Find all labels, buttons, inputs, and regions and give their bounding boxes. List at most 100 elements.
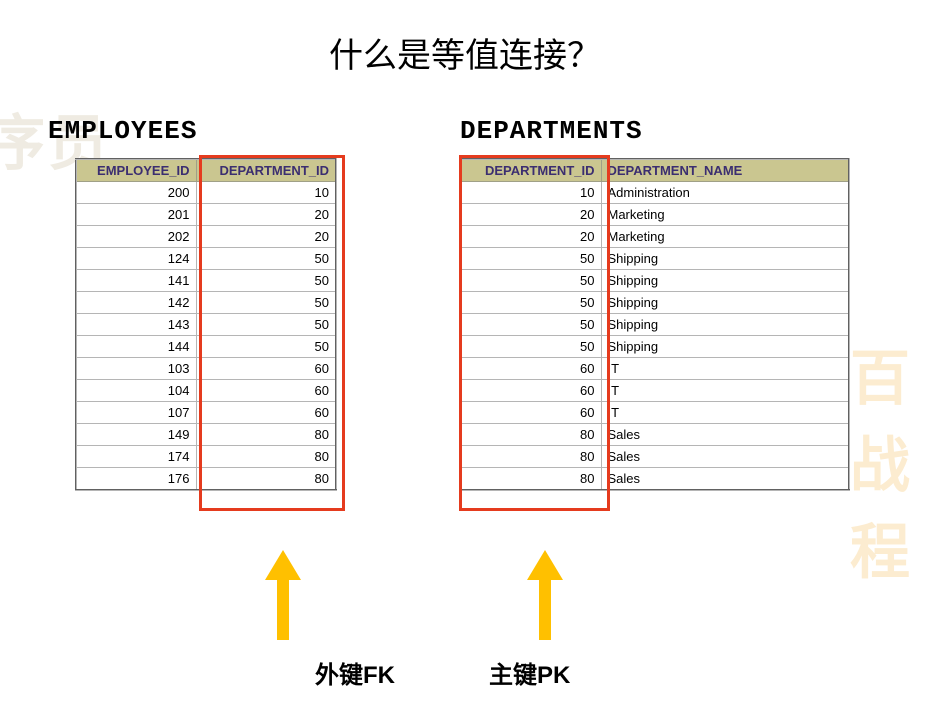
departments-title: DEPARTMENTS (460, 116, 643, 146)
dep-cell-id: 80 (461, 424, 601, 446)
emp-cell-id: 141 (76, 270, 196, 292)
emp-cell-id: 104 (76, 380, 196, 402)
emp-cell-id: 174 (76, 446, 196, 468)
table-row: 20220 (76, 226, 336, 248)
table-row: 14250 (76, 292, 336, 314)
table-row: 50Shipping (461, 336, 849, 358)
emp-cell-id: 124 (76, 248, 196, 270)
arrow-up-icon-pk (527, 550, 563, 645)
emp-cell-deptid: 80 (196, 424, 336, 446)
dep-cell-id: 50 (461, 270, 601, 292)
dep-cell-id: 80 (461, 446, 601, 468)
dep-cell-id: 80 (461, 468, 601, 491)
dep-cell-name: Sales (601, 424, 849, 446)
emp-cell-id: 107 (76, 402, 196, 424)
table-row: 14980 (76, 424, 336, 446)
emp-cell-deptid: 50 (196, 336, 336, 358)
dep-cell-id: 50 (461, 336, 601, 358)
emp-cell-id: 176 (76, 468, 196, 491)
table-row: 50Shipping (461, 292, 849, 314)
page-title: 什么是等值连接？ (0, 28, 930, 77)
emp-cell-id: 103 (76, 358, 196, 380)
dep-cell-id: 50 (461, 314, 601, 336)
table-row: 20Marketing (461, 226, 849, 248)
emp-cell-id: 142 (76, 292, 196, 314)
dep-cell-name: Shipping (601, 292, 849, 314)
table-row: 12450 (76, 248, 336, 270)
dep-cell-id: 50 (461, 292, 601, 314)
dep-cell-id: 20 (461, 204, 601, 226)
dep-cell-name: Sales (601, 468, 849, 491)
emp-cell-deptid: 50 (196, 314, 336, 336)
dep-header-id: DEPARTMENT_ID (461, 159, 601, 182)
employees-table-wrap: EMPLOYEE_ID DEPARTMENT_ID 20010201202022… (75, 158, 337, 491)
table-row: 10360 (76, 358, 336, 380)
table-row: 50Shipping (461, 248, 849, 270)
dep-cell-name: Shipping (601, 336, 849, 358)
emp-cell-deptid: 50 (196, 248, 336, 270)
table-row: 17480 (76, 446, 336, 468)
emp-cell-deptid: 80 (196, 468, 336, 491)
primary-key-label: 主键PK (489, 655, 570, 690)
table-row: 14150 (76, 270, 336, 292)
dep-header-name: DEPARTMENT_NAME (601, 159, 849, 182)
table-row: 10760 (76, 402, 336, 424)
emp-cell-deptid: 60 (196, 402, 336, 424)
dep-cell-name: Administration (601, 182, 849, 204)
emp-cell-deptid: 50 (196, 270, 336, 292)
emp-cell-id: 149 (76, 424, 196, 446)
dep-cell-name: Marketing (601, 204, 849, 226)
table-row: 80Sales (461, 468, 849, 491)
dep-cell-id: 60 (461, 380, 601, 402)
dep-cell-name: IT (601, 380, 849, 402)
table-row: 14350 (76, 314, 336, 336)
table-row: 17680 (76, 468, 336, 491)
table-row: 80Sales (461, 446, 849, 468)
emp-cell-deptid: 50 (196, 292, 336, 314)
emp-cell-deptid: 80 (196, 446, 336, 468)
employees-table: EMPLOYEE_ID DEPARTMENT_ID 20010201202022… (75, 158, 337, 491)
emp-cell-id: 202 (76, 226, 196, 248)
table-row: 60IT (461, 358, 849, 380)
dep-cell-name: Shipping (601, 270, 849, 292)
table-row: 20Marketing (461, 204, 849, 226)
employees-title: EMPLOYEES (48, 116, 197, 146)
table-row: 80Sales (461, 424, 849, 446)
emp-cell-deptid: 20 (196, 204, 336, 226)
dep-cell-id: 50 (461, 248, 601, 270)
emp-cell-deptid: 10 (196, 182, 336, 204)
foreign-key-label: 外键FK (315, 655, 395, 690)
dep-cell-id: 20 (461, 226, 601, 248)
table-row: 10460 (76, 380, 336, 402)
dep-cell-name: IT (601, 402, 849, 424)
dep-cell-name: Sales (601, 446, 849, 468)
arrow-up-icon-fk (265, 550, 301, 645)
dep-cell-name: Shipping (601, 248, 849, 270)
departments-table-wrap: DEPARTMENT_ID DEPARTMENT_NAME 10Administ… (460, 158, 850, 491)
table-row: 50Shipping (461, 270, 849, 292)
dep-cell-name: Shipping (601, 314, 849, 336)
dep-cell-name: IT (601, 358, 849, 380)
dep-cell-name: Marketing (601, 226, 849, 248)
emp-cell-deptid: 60 (196, 380, 336, 402)
table-row: 20010 (76, 182, 336, 204)
departments-table: DEPARTMENT_ID DEPARTMENT_NAME 10Administ… (460, 158, 850, 491)
table-row: 60IT (461, 380, 849, 402)
emp-cell-id: 144 (76, 336, 196, 358)
dep-cell-id: 10 (461, 182, 601, 204)
table-row: 50Shipping (461, 314, 849, 336)
emp-cell-deptid: 20 (196, 226, 336, 248)
dep-cell-id: 60 (461, 402, 601, 424)
emp-cell-id: 143 (76, 314, 196, 336)
emp-cell-deptid: 60 (196, 358, 336, 380)
emp-header-id: EMPLOYEE_ID (76, 159, 196, 182)
emp-header-dept: DEPARTMENT_ID (196, 159, 336, 182)
table-row: 60IT (461, 402, 849, 424)
table-row: 20120 (76, 204, 336, 226)
table-row: 10Administration (461, 182, 849, 204)
dep-cell-id: 60 (461, 358, 601, 380)
emp-cell-id: 201 (76, 204, 196, 226)
watermark-right: 百战程 (850, 330, 930, 591)
emp-cell-id: 200 (76, 182, 196, 204)
table-row: 14450 (76, 336, 336, 358)
